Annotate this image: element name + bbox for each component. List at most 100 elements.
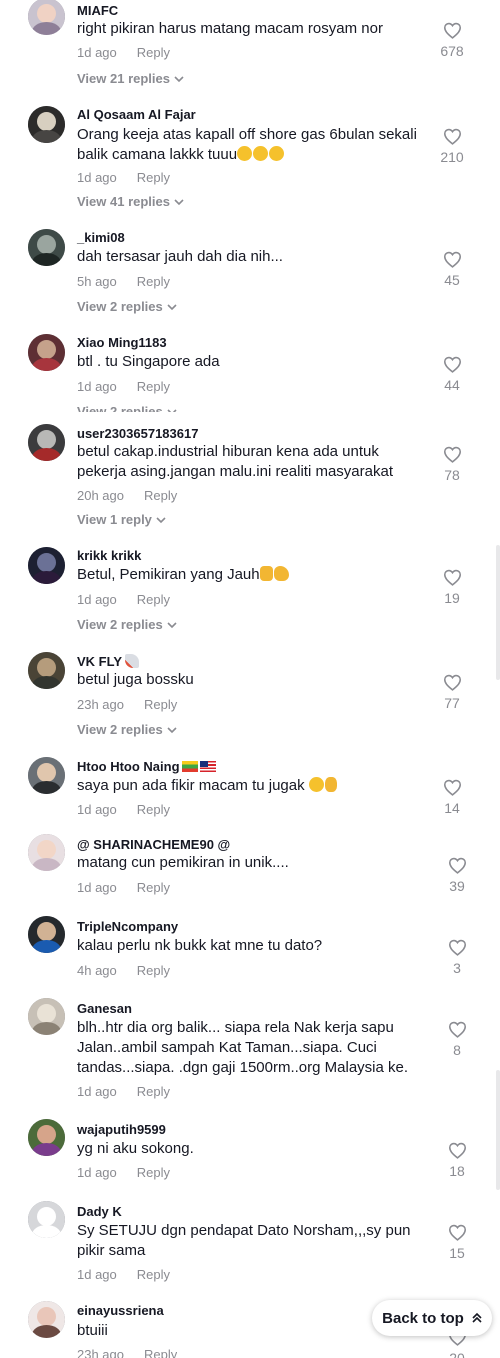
view-replies-button[interactable]: View 41 replies	[77, 194, 184, 209]
like-button[interactable]: 210	[432, 128, 472, 165]
scrollbar-track[interactable]	[496, 545, 500, 680]
view-replies-button[interactable]: View 2 replies	[77, 617, 177, 632]
double-chevron-up-icon	[472, 1312, 482, 1323]
comment-meta: 23h ago Reply	[77, 697, 177, 712]
heart-icon	[448, 939, 466, 956]
reply-button[interactable]: Reply	[137, 274, 170, 289]
reply-button[interactable]: Reply	[144, 1347, 177, 1358]
reply-button[interactable]: Reply	[137, 1267, 170, 1282]
grinning-emoji-icon	[308, 777, 324, 792]
like-button[interactable]: 3	[437, 939, 477, 976]
avatar[interactable]	[28, 547, 65, 584]
comment-username[interactable]: _kimi08	[77, 230, 125, 246]
comment-meta: 1d ago Reply	[77, 1084, 170, 1099]
like-button[interactable]: 678	[432, 22, 472, 59]
view-replies-button[interactable]: View 2 replies	[77, 299, 177, 314]
comment-username[interactable]: MIAFC	[77, 3, 118, 19]
comment-username[interactable]: VK FLY	[77, 654, 122, 669]
like-button[interactable]: 45	[432, 251, 472, 288]
heart-icon	[448, 1142, 466, 1159]
view-replies-button[interactable]: View 2 replies	[77, 404, 177, 412]
view-replies-button[interactable]: View 21 replies	[77, 71, 184, 86]
like-count: 8	[453, 1042, 461, 1058]
scrollbar-track[interactable]	[496, 1070, 500, 1190]
like-button[interactable]: 39	[437, 857, 477, 894]
comment-age: 1d ago	[77, 45, 117, 60]
like-button[interactable]: 18	[437, 1142, 477, 1179]
avatar[interactable]	[28, 916, 65, 953]
like-button[interactable]: 14	[432, 779, 472, 816]
view-replies-label: View 2 replies	[77, 404, 163, 412]
comment-username[interactable]: Al Qosaam Al Fajar	[77, 107, 196, 123]
comment-username[interactable]: Ganesan	[77, 1001, 132, 1017]
avatar[interactable]	[28, 1119, 65, 1156]
malaysia-flag-icon	[199, 761, 216, 772]
heart-icon	[443, 128, 461, 145]
comment-age: 1d ago	[77, 592, 117, 607]
avatar[interactable]	[28, 106, 65, 143]
comment-username-block: @ SHARINACHEME90 @	[77, 837, 230, 853]
view-replies-button[interactable]: View 2 replies	[77, 722, 177, 737]
comment-username[interactable]: @ SHARINACHEME90 @	[77, 837, 230, 852]
reply-button[interactable]: Reply	[137, 170, 170, 185]
avatar[interactable]	[28, 1201, 65, 1238]
reply-button[interactable]: Reply	[137, 880, 170, 895]
like-button[interactable]: 77	[432, 674, 472, 711]
reply-button[interactable]: Reply	[137, 1084, 170, 1099]
comment-text: saya pun ada fikir macam tu jugak	[77, 777, 305, 794]
reply-button[interactable]: Reply	[144, 488, 177, 503]
comment-username[interactable]: Dady K	[77, 1204, 122, 1220]
heart-icon	[443, 22, 461, 39]
comment-username[interactable]: einayussriena	[77, 1303, 164, 1319]
reply-button[interactable]: Reply	[137, 963, 170, 978]
comment-username[interactable]: TripleNcompany	[77, 919, 178, 935]
avatar[interactable]	[28, 1301, 65, 1338]
avatar[interactable]	[28, 229, 65, 266]
chevron-down-icon	[156, 517, 166, 524]
comment-meta: 23h ago Reply	[77, 1347, 177, 1358]
view-replies-label: View 1 reply	[77, 512, 152, 527]
like-button[interactable]: 15	[437, 1224, 477, 1261]
comment-meta: 1d ago Reply	[77, 170, 170, 185]
reply-button[interactable]: Reply	[137, 1165, 170, 1180]
view-replies-label: View 2 replies	[77, 299, 163, 314]
comment-username[interactable]: Htoo Htoo Naing	[77, 759, 180, 774]
comment-age: 23h ago	[77, 1347, 124, 1358]
avatar[interactable]	[28, 424, 65, 461]
avatar[interactable]	[28, 998, 65, 1035]
comment-age: 20h ago	[77, 488, 124, 503]
comment-text: right pikiran harus matang macam rosyam …	[77, 20, 383, 37]
avatar[interactable]	[28, 834, 65, 871]
comment-username[interactable]: wajaputih9599	[77, 1122, 166, 1138]
like-button[interactable]: 44	[432, 356, 472, 393]
comment-username[interactable]: Xiao Ming1183	[77, 335, 167, 351]
like-button[interactable]: 78	[432, 446, 472, 483]
reply-button[interactable]: Reply	[144, 697, 177, 712]
avatar[interactable]	[28, 652, 65, 689]
heart-icon	[448, 857, 466, 874]
avatar[interactable]	[28, 757, 65, 794]
chevron-down-icon	[174, 199, 184, 206]
comment-age: 1d ago	[77, 880, 117, 895]
view-replies-button[interactable]: View 1 reply	[77, 512, 166, 527]
reply-button[interactable]: Reply	[137, 45, 170, 60]
comment-age: 1d ago	[77, 170, 117, 185]
avatar[interactable]	[28, 334, 65, 371]
like-count: 210	[440, 149, 464, 165]
like-count: 19	[444, 590, 460, 606]
back-to-top-button[interactable]: Back to top	[372, 1300, 492, 1336]
reply-button[interactable]: Reply	[137, 379, 170, 394]
chevron-down-icon	[167, 727, 177, 734]
avatar[interactable]	[28, 0, 65, 35]
comment-username[interactable]: user2303657183617	[77, 426, 198, 442]
reply-button[interactable]: Reply	[137, 802, 170, 817]
like-button[interactable]: 8	[437, 1021, 477, 1058]
like-count: 45	[444, 272, 460, 288]
comment-username[interactable]: krikk krikk	[77, 548, 141, 564]
heart-icon	[443, 251, 461, 268]
comment-age: 1d ago	[77, 1084, 117, 1099]
comment-text-block: Orang keeja atas kapall off shore gas 6b…	[77, 125, 427, 165]
comment-text: Betul, Pemikiran yang Jauh	[77, 566, 260, 583]
like-button[interactable]: 19	[432, 569, 472, 606]
reply-button[interactable]: Reply	[137, 592, 170, 607]
